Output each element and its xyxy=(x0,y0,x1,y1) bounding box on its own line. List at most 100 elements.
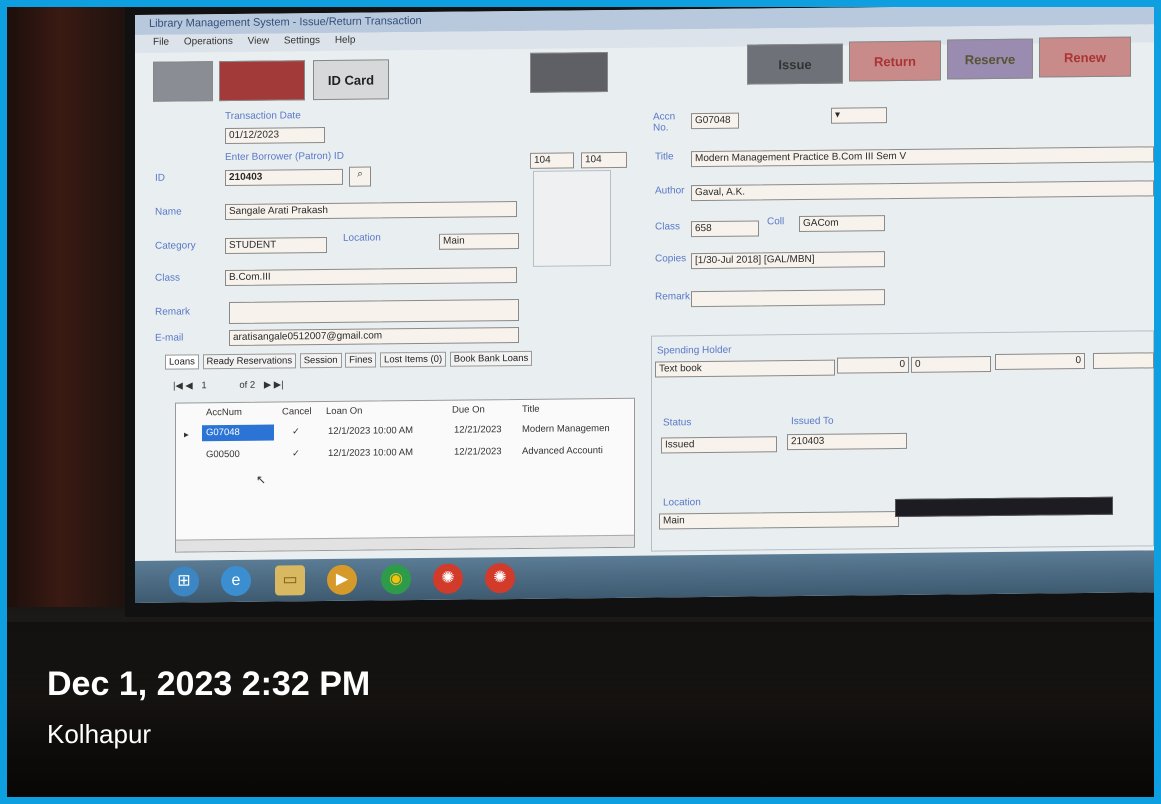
toolbar-button-1[interactable] xyxy=(153,61,213,102)
name-label: Name xyxy=(155,206,182,218)
menu-view[interactable]: View xyxy=(248,36,270,47)
cell-loan-on: 12/1/2023 10:00 AM xyxy=(328,425,414,437)
accn-field[interactable]: G07048 xyxy=(691,112,739,130)
patron-id-input[interactable]: 210403 xyxy=(225,168,343,187)
col-loan-on[interactable]: Loan On xyxy=(326,406,362,417)
book-remark-label: Remark xyxy=(655,291,691,303)
pager-prev[interactable]: |◀ ◀ xyxy=(173,380,193,391)
cell-loan-on: 12/1/2023 10:00 AM xyxy=(328,447,414,459)
tab-session[interactable]: Session xyxy=(299,352,342,369)
book-location-label: Location xyxy=(663,497,701,509)
start-icon[interactable]: ⊞ xyxy=(169,566,199,597)
tab-lost-items[interactable]: Lost Items (0) xyxy=(380,351,447,368)
folder-icon[interactable]: ▭ xyxy=(275,565,305,596)
tab-book-bank-loans[interactable]: Book Bank Loans xyxy=(449,350,533,367)
patron-id-label: Enter Borrower (Patron) ID xyxy=(225,150,344,164)
location-field: Main xyxy=(439,232,519,250)
remark-label: Remark xyxy=(155,306,191,318)
holder-field-2: 0 xyxy=(837,356,909,374)
author-field: Gaval, A.K. xyxy=(691,180,1154,202)
issue-button[interactable]: Issue xyxy=(747,43,843,85)
tab-fines[interactable]: Fines xyxy=(345,352,377,368)
renew-button[interactable]: Renew xyxy=(1039,36,1131,78)
notification-toast[interactable] xyxy=(895,496,1113,518)
transaction-date-field[interactable]: 01/12/2023 xyxy=(225,127,325,145)
photo-frame: Library Management System - Issue/Return… xyxy=(7,7,1154,797)
copies-label: Copies xyxy=(655,253,687,265)
cell-due-on: 12/21/2023 xyxy=(454,424,502,436)
tab-strip: Loans Ready Reservations Session Fines L… xyxy=(165,350,643,373)
photo-caption: Dec 1, 2023 2:32 PM Kolhapur xyxy=(7,622,1154,797)
coll-field: GACom xyxy=(799,215,885,233)
menu-file[interactable]: File xyxy=(153,37,169,48)
cell-title: Advanced Accounti xyxy=(522,445,603,457)
tab-ready-reservations[interactable]: Ready Reservations xyxy=(202,353,297,370)
menu-operations[interactable]: Operations xyxy=(184,36,233,48)
pager-page[interactable]: 1 xyxy=(201,380,206,391)
status-field: Issued xyxy=(661,436,777,454)
title-field: Modern Management Practice B.Com III Sem… xyxy=(691,146,1154,168)
cell-cancel[interactable]: ✓ xyxy=(292,448,300,459)
copies-field: [1/30-Jul 2018] [GAL/MBN] xyxy=(691,251,885,270)
id-card-button[interactable]: ID Card xyxy=(313,59,389,101)
category-label: Category xyxy=(155,240,196,252)
category-field: STUDENT xyxy=(225,236,327,255)
cell-title: Modern Managemen xyxy=(522,423,610,435)
spending-label: Spending Holder xyxy=(657,344,732,357)
email-field: aratisangale0512007@gmail.com xyxy=(229,326,519,347)
class-field: B.Com.III xyxy=(225,266,517,287)
issued-to-label: Issued To xyxy=(791,415,834,428)
count-spinner-1[interactable]: 104 xyxy=(530,152,574,169)
col-title[interactable]: Title xyxy=(522,404,540,415)
holder-field-3: 0 xyxy=(911,356,991,373)
table-row[interactable]: G00500 ✓ 12/1/2023 10:00 AM 12/21/2023 A… xyxy=(176,443,634,466)
toolbar-button-mid[interactable] xyxy=(530,52,608,93)
issued-to-field: 210403 xyxy=(787,432,907,451)
mouse-cursor-icon: ↖ xyxy=(256,472,267,487)
location-label: Location xyxy=(343,232,381,244)
photo-box xyxy=(533,170,611,267)
app-icon-2[interactable]: ✺ xyxy=(485,563,515,594)
pager-next[interactable]: ▶ ▶| xyxy=(264,379,284,390)
book-location-field: Main xyxy=(659,510,899,530)
chrome-icon[interactable]: ◉ xyxy=(381,564,411,595)
class-label: Class xyxy=(155,272,181,284)
caption-location: Kolhapur xyxy=(47,719,152,749)
spending-field: Text book xyxy=(655,359,835,378)
table-row[interactable]: ▸ G07048 ✓ 12/1/2023 10:00 AM 12/21/2023… xyxy=(176,421,634,444)
reserve-button[interactable]: Reserve xyxy=(947,38,1033,80)
internet-explorer-icon[interactable]: e xyxy=(221,565,251,597)
horizontal-scrollbar[interactable] xyxy=(176,534,634,552)
name-field: Sangale Arati Prakash xyxy=(225,200,517,221)
holder-field-4: 0 xyxy=(995,353,1085,370)
menu-settings[interactable]: Settings xyxy=(284,35,320,46)
tab-loans[interactable]: Loans xyxy=(165,354,199,370)
cell-cancel[interactable]: ✓ xyxy=(292,426,300,437)
menu-help[interactable]: Help xyxy=(335,35,356,46)
id-label: ID xyxy=(155,172,165,184)
book-class-field: 658 xyxy=(691,220,759,238)
remark-field[interactable] xyxy=(229,298,519,325)
loans-grid: AccNum Cancel Loan On Due On Title ▸ G07… xyxy=(175,397,635,553)
book-remark-field[interactable] xyxy=(691,289,885,308)
author-label: Author xyxy=(655,185,685,197)
cell-accnum[interactable]: G00500 xyxy=(206,449,240,460)
app-icon-1[interactable]: ✺ xyxy=(433,563,463,594)
col-cancel[interactable]: Cancel xyxy=(282,406,312,417)
media-player-icon[interactable]: ▶ xyxy=(327,564,357,595)
count-spinner-2[interactable]: 104 xyxy=(581,151,627,169)
cell-accnum[interactable]: G07048 xyxy=(202,424,274,442)
transaction-date-label: Transaction Date xyxy=(225,110,301,123)
toolbar-button-2[interactable] xyxy=(219,60,305,102)
monitor-screen: Library Management System - Issue/Return… xyxy=(135,7,1154,603)
status-label: Status xyxy=(663,417,692,429)
col-due-on[interactable]: Due On xyxy=(452,404,485,415)
search-icon[interactable]: ⌕ xyxy=(349,166,371,187)
col-accnum[interactable]: AccNum xyxy=(206,407,242,418)
row-selector-icon: ▸ xyxy=(184,429,189,441)
holder-field-5 xyxy=(1093,352,1154,369)
book-dropdown[interactable]: ▾ xyxy=(831,107,887,124)
return-button[interactable]: Return xyxy=(849,40,941,82)
accn-label: Accn No. xyxy=(653,111,676,134)
pager-of: of 2 xyxy=(239,379,256,391)
